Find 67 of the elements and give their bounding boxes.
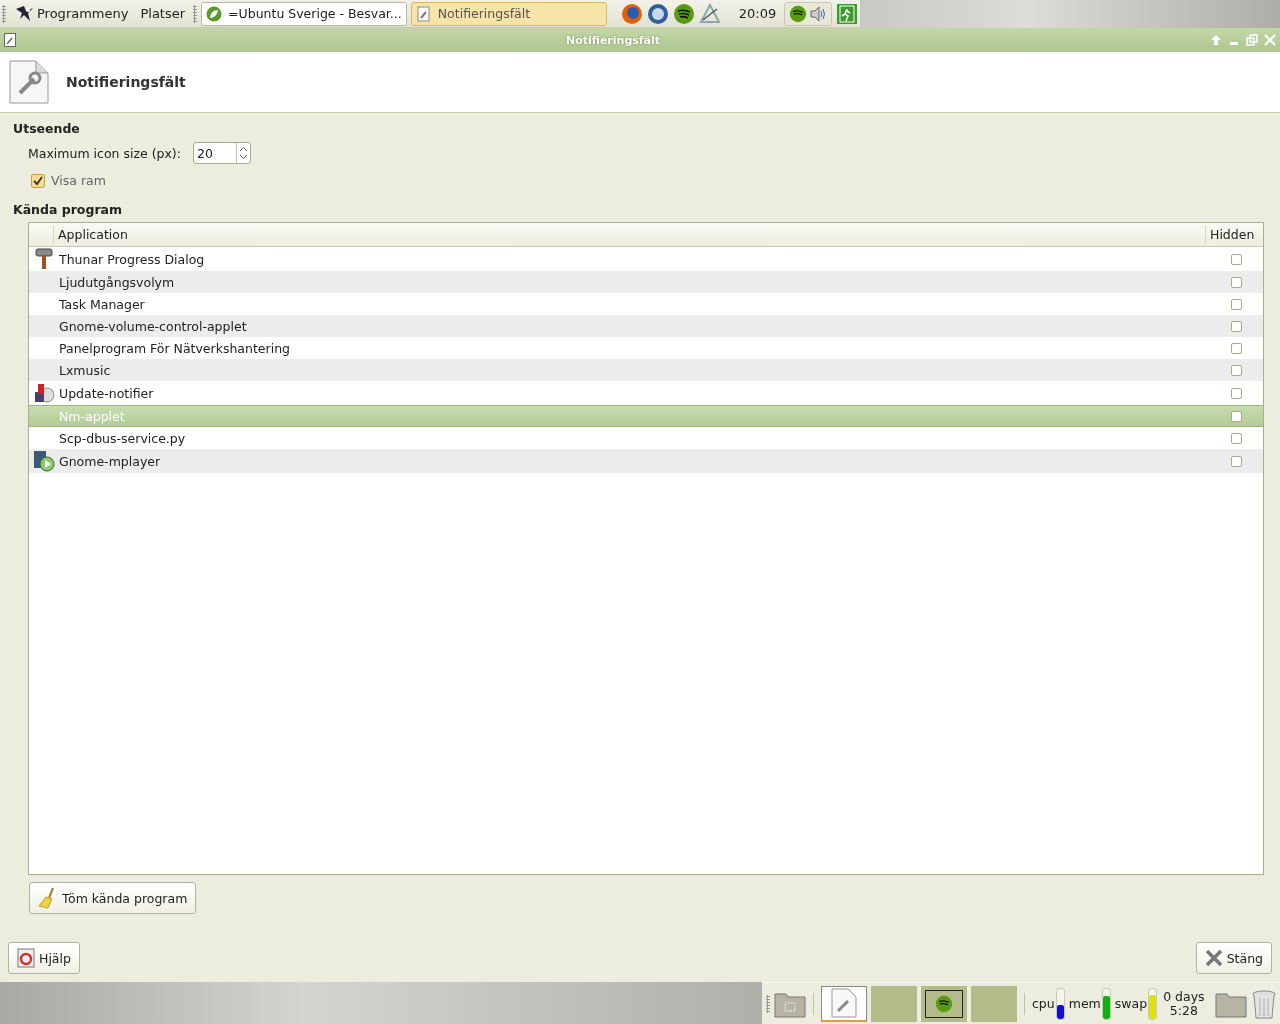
clear-button[interactable]: Töm kända program bbox=[29, 882, 197, 914]
spin-arrows-icon bbox=[238, 146, 248, 160]
table-row[interactable]: Ljudutgångsvolym bbox=[29, 271, 1263, 293]
icon-size-spinbox[interactable]: 20 bbox=[192, 142, 251, 164]
table-cell-text: Update-notifier bbox=[59, 385, 155, 401]
close-icon[interactable] bbox=[1264, 34, 1276, 46]
checkbox[interactable] bbox=[1230, 276, 1242, 288]
uptime-time: 5:28 bbox=[1169, 1003, 1198, 1018]
media-player-icon bbox=[33, 450, 55, 472]
shade-arrow-icon[interactable] bbox=[1210, 34, 1222, 46]
applications-menu[interactable]: Programmeny bbox=[10, 4, 133, 23]
table-row[interactable]: Thunar Progress Dialog bbox=[29, 247, 1263, 271]
table-cell-text: Gnome-mplayer bbox=[59, 453, 162, 469]
triangle-logo-icon[interactable] bbox=[698, 2, 721, 25]
checkbox[interactable] bbox=[1230, 364, 1242, 376]
clock[interactable]: 20:09 bbox=[734, 6, 781, 21]
checkbox[interactable] bbox=[1230, 387, 1242, 399]
lifebuoy-icon bbox=[17, 948, 35, 968]
checkbox[interactable] bbox=[1230, 253, 1242, 265]
checkbox[interactable] bbox=[1230, 455, 1242, 467]
table-row[interactable]: Panelprogram För Nätverkshantering bbox=[29, 337, 1263, 359]
tool-icon bbox=[34, 248, 54, 270]
table-row[interactable]: Gnome-mplayer bbox=[29, 449, 1263, 473]
table-cell-text: Nm-applet bbox=[59, 408, 126, 424]
table-cell-text: Ljudutgångsvolym bbox=[59, 274, 176, 290]
places-menu[interactable]: Platser bbox=[136, 6, 190, 21]
column-header[interactable]: Application bbox=[53, 226, 1205, 243]
table-cell-text: Lxmusic bbox=[59, 362, 112, 378]
close-button[interactable]: Stäng bbox=[1195, 942, 1272, 974]
table-row[interactable]: Update-notifier bbox=[29, 381, 1263, 405]
speaker-icon[interactable] bbox=[809, 4, 828, 23]
table-cell-text: Scp-dbus-service.py bbox=[59, 430, 187, 446]
close-icon bbox=[1204, 949, 1223, 967]
exit-icon[interactable] bbox=[836, 2, 859, 25]
dialog-title: Notifieringsfält bbox=[66, 74, 186, 90]
section-heading: Kända program bbox=[13, 202, 124, 217]
table-cell-text: Gnome-volume-control-applet bbox=[59, 318, 248, 334]
monitor-label: swap bbox=[1114, 996, 1148, 1011]
checkbox[interactable] bbox=[1230, 342, 1242, 354]
disk-update-icon bbox=[33, 382, 55, 404]
table-row[interactable]: Scp-dbus-service.py bbox=[29, 427, 1263, 449]
maximize-icon[interactable] bbox=[1246, 34, 1258, 46]
help-button[interactable]: Hjälp bbox=[8, 942, 80, 974]
checkbox[interactable] bbox=[1230, 410, 1242, 422]
checkbox[interactable] bbox=[1230, 320, 1242, 332]
table-row[interactable]: Task Manager bbox=[29, 293, 1263, 315]
monitor-label: mem bbox=[1068, 996, 1101, 1011]
checkbox[interactable] bbox=[1230, 432, 1242, 444]
leaf-icon bbox=[206, 5, 223, 22]
field-label: Maximum icon size (px): bbox=[28, 145, 181, 161]
table-cell-text: Panelprogram För Nätverkshantering bbox=[59, 340, 291, 356]
trash-icon[interactable] bbox=[1250, 988, 1277, 1019]
checkbox[interactable] bbox=[1230, 298, 1242, 310]
column-header[interactable]: Hidden bbox=[1205, 226, 1260, 243]
table-cell-text: Task Manager bbox=[59, 296, 146, 312]
taskbar-button[interactable]: =Ubuntu Sverige - Besvar... bbox=[201, 1, 407, 26]
window-title: Notifieringsfält bbox=[564, 33, 662, 47]
section-heading: Utseende bbox=[13, 121, 81, 136]
checkbox-label: Visa ram bbox=[51, 173, 106, 188]
checkbox[interactable] bbox=[31, 173, 45, 188]
uptime-days: 0 days bbox=[1163, 989, 1205, 1004]
table-cell-text: Thunar Progress Dialog bbox=[59, 251, 206, 267]
table-row[interactable]: Gnome-volume-control-applet bbox=[29, 315, 1263, 337]
taskbar-button[interactable]: Notifieringsfält bbox=[410, 1, 607, 26]
table-row[interactable]: Lxmusic bbox=[29, 359, 1263, 381]
taskbar-button[interactable] bbox=[921, 985, 967, 1022]
monitor-label: cpu bbox=[1032, 996, 1055, 1011]
